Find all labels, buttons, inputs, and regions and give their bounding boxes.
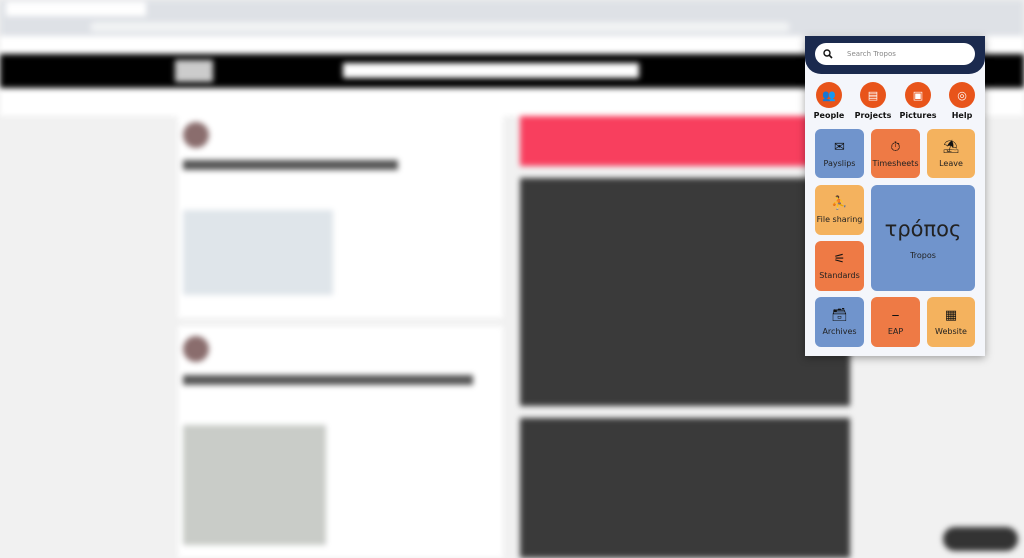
avatar bbox=[183, 336, 209, 362]
search-box[interactable] bbox=[815, 43, 975, 65]
stopwatch-icon: ⏱ bbox=[890, 139, 901, 155]
tile-file-sharing[interactable]: ⛹ File sharing bbox=[815, 185, 864, 235]
tile-label: EAP bbox=[887, 327, 904, 336]
post-title[interactable] bbox=[183, 375, 473, 385]
tile-eap[interactable]: ⎯ EAP bbox=[871, 297, 920, 347]
tile-archives[interactable]: 🗃 Archives bbox=[815, 297, 864, 347]
search-icon bbox=[823, 49, 833, 59]
address-bar[interactable] bbox=[90, 22, 790, 32]
tile-standards[interactable]: ⚟ Standards bbox=[815, 241, 864, 291]
quick-action-projects[interactable]: ▤ Projects bbox=[853, 82, 893, 120]
search-input[interactable] bbox=[847, 50, 957, 58]
payslip-envelope-icon: ✉ bbox=[834, 139, 845, 155]
beach-umbrella-icon: ⛱ bbox=[942, 139, 960, 155]
compass-icon: ⚟ bbox=[833, 252, 846, 267]
tile-leave[interactable]: ⛱ Leave bbox=[927, 129, 975, 178]
post-image bbox=[183, 210, 333, 295]
tropos-logo: τρόπος bbox=[884, 216, 962, 241]
projects-label: Projects bbox=[854, 111, 892, 120]
tile-label: Archives bbox=[822, 327, 857, 336]
pictures-label: Pictures bbox=[899, 111, 937, 120]
tile-label: Timesheets bbox=[872, 158, 919, 168]
avatar bbox=[183, 122, 209, 148]
tile-label: Standards bbox=[819, 271, 860, 280]
tile-label: Website bbox=[935, 327, 967, 336]
alert-banner bbox=[520, 116, 850, 166]
projects-icon: ▤ bbox=[860, 82, 886, 108]
people-chain-icon: ⛹ bbox=[831, 196, 848, 211]
tile-label: Payslips bbox=[823, 158, 856, 168]
lounger-icon: ⎯ bbox=[892, 308, 899, 323]
people-icon: 👥 bbox=[816, 82, 842, 108]
tile-tropos[interactable]: τρόπος Tropos bbox=[871, 185, 975, 291]
tile-payslips[interactable]: ✉ Payslips bbox=[815, 129, 864, 178]
tile-label: Tropos bbox=[910, 250, 936, 260]
tile-timesheets[interactable]: ⏱ Timesheets bbox=[871, 129, 920, 178]
feedback-button[interactable] bbox=[943, 527, 1018, 551]
quick-action-pictures[interactable]: ▣ Pictures bbox=[898, 82, 938, 120]
project-directory-panel bbox=[520, 418, 850, 558]
people-label: People bbox=[813, 111, 845, 120]
website-logo-icon: ▦ bbox=[944, 308, 958, 323]
quick-action-help[interactable]: ◎ Help bbox=[942, 82, 982, 120]
tile-website[interactable]: ▦ Website bbox=[927, 297, 975, 347]
site-search-input[interactable] bbox=[343, 63, 639, 78]
archive-box-icon: 🗃 bbox=[831, 308, 848, 323]
lifebuoy-icon: ◎ bbox=[949, 82, 975, 108]
browser-tab[interactable] bbox=[6, 2, 146, 16]
site-logo bbox=[175, 60, 213, 82]
help-label: Help bbox=[951, 111, 973, 120]
tile-label: Leave bbox=[939, 158, 963, 168]
quick-action-people[interactable]: 👥 People bbox=[809, 82, 849, 120]
popup-header bbox=[805, 36, 985, 74]
post-image bbox=[183, 425, 326, 545]
tropos-extension-popup: 👥 People ▤ Projects ▣ Pictures ◎ Help ✉ Paysl… bbox=[805, 36, 985, 356]
tile-label: File sharing bbox=[816, 215, 863, 224]
people-directory-panel bbox=[520, 178, 850, 406]
post-title[interactable] bbox=[183, 160, 398, 170]
pictures-icon: ▣ bbox=[905, 82, 931, 108]
